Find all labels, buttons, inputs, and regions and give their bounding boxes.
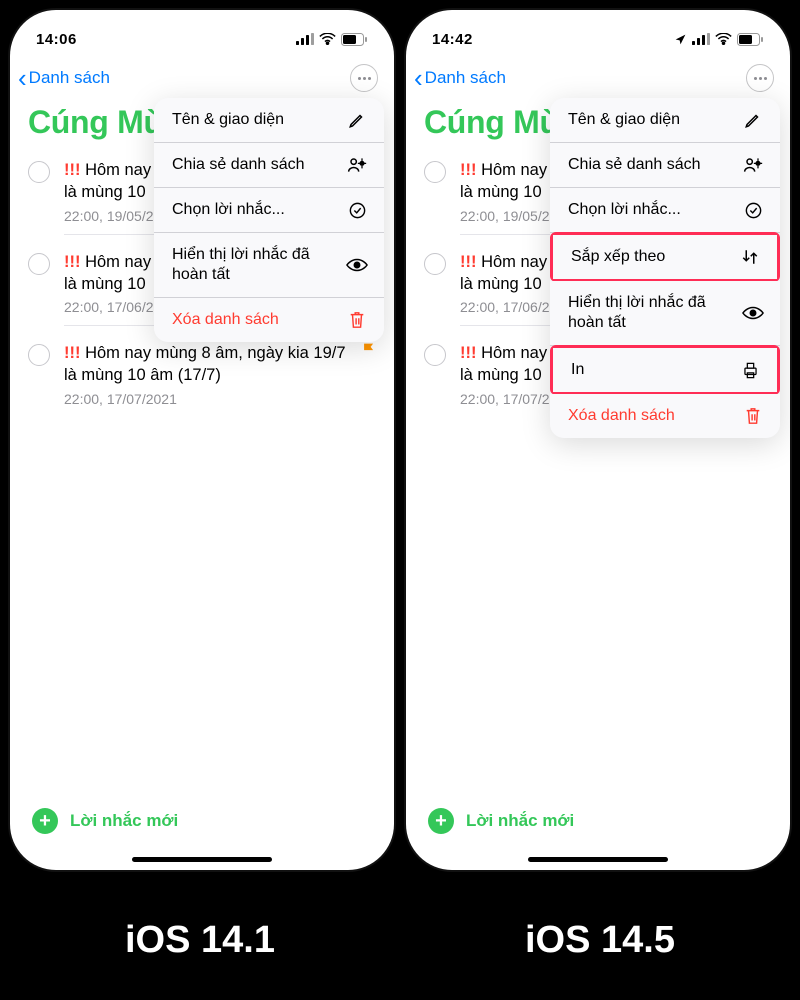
plus-icon: + bbox=[428, 808, 454, 834]
check-circle-icon bbox=[346, 201, 368, 220]
chevron-left-icon: ‹ bbox=[18, 65, 27, 91]
caption-right: iOS 14.5 bbox=[400, 880, 800, 1000]
context-menu: Tên & giao diện Chia sẻ danh sách Chọn lời… bbox=[550, 98, 780, 438]
complete-toggle[interactable] bbox=[424, 161, 446, 183]
menu-item-label: Xóa danh sách bbox=[172, 310, 346, 330]
reminder-row[interactable]: !!! Hôm nay mùng 8 âm, ngày kia 19/7là m… bbox=[10, 334, 394, 425]
trash-icon bbox=[742, 406, 764, 426]
menu-item[interactable]: Hiển thị lời nhắc đã hoàn tất bbox=[550, 281, 780, 346]
menu-item[interactable]: Chọn lời nhắc... bbox=[550, 188, 780, 233]
menu-item[interactable]: Xóa danh sách bbox=[154, 298, 384, 342]
status-time: 14:06 bbox=[36, 31, 77, 48]
priority-marker: !!! bbox=[460, 253, 476, 271]
nav-bar: ‹Danh sách bbox=[10, 56, 394, 96]
back-button[interactable]: ‹Danh sách bbox=[18, 65, 110, 91]
reminder-timestamp: 22:00, 17/07/2021 bbox=[64, 391, 360, 407]
eye-icon bbox=[346, 257, 368, 273]
wifi-icon bbox=[319, 33, 336, 45]
highlight-box: In bbox=[550, 345, 780, 395]
complete-toggle[interactable] bbox=[424, 253, 446, 275]
priority-marker: !!! bbox=[460, 161, 476, 179]
check-circle-icon bbox=[742, 201, 764, 220]
menu-item-label: Xóa danh sách bbox=[568, 406, 742, 426]
eye-icon bbox=[742, 305, 764, 321]
pencil-icon bbox=[346, 111, 368, 129]
status-bar: 14:06 bbox=[10, 10, 394, 56]
context-menu: Tên & giao diện Chia sẻ danh sách Chọn lời… bbox=[154, 98, 384, 342]
new-reminder-button[interactable]: + Lời nhắc mới bbox=[428, 808, 574, 834]
menu-item[interactable]: Chọn lời nhắc... bbox=[154, 188, 384, 233]
complete-toggle[interactable] bbox=[28, 344, 50, 366]
back-label: Danh sách bbox=[425, 68, 506, 88]
signal-icon bbox=[296, 33, 314, 45]
status-time: 14:42 bbox=[432, 31, 473, 48]
menu-item-label: Sắp xếp theo bbox=[571, 247, 739, 267]
new-reminder-button[interactable]: + Lời nhắc mới bbox=[32, 808, 178, 834]
priority-marker: !!! bbox=[64, 253, 80, 271]
menu-item-label: Hiển thị lời nhắc đã hoàn tất bbox=[172, 245, 346, 285]
more-icon bbox=[358, 77, 371, 80]
menu-item-label: Chọn lời nhắc... bbox=[568, 200, 742, 220]
menu-item-label: Tên & giao diện bbox=[172, 110, 346, 130]
new-reminder-label: Lời nhắc mới bbox=[70, 811, 178, 831]
menu-item[interactable]: In bbox=[553, 348, 777, 392]
signal-icon bbox=[692, 33, 710, 45]
more-icon bbox=[754, 77, 767, 80]
back-button[interactable]: ‹Danh sách bbox=[414, 65, 506, 91]
menu-item[interactable]: Tên & giao diện bbox=[550, 98, 780, 143]
sort-icon bbox=[739, 248, 761, 266]
more-button[interactable] bbox=[350, 64, 378, 92]
wifi-icon bbox=[715, 33, 732, 45]
menu-item[interactable]: Xóa danh sách bbox=[550, 394, 780, 438]
menu-item[interactable]: Sắp xếp theo bbox=[553, 235, 777, 279]
nav-bar: ‹Danh sách bbox=[406, 56, 790, 96]
home-indicator bbox=[132, 857, 272, 862]
menu-item[interactable]: Hiển thị lời nhắc đã hoàn tất bbox=[154, 233, 384, 298]
new-reminder-label: Lời nhắc mới bbox=[466, 811, 574, 831]
menu-item-label: Chia sẻ danh sách bbox=[172, 155, 346, 175]
pencil-icon bbox=[742, 111, 764, 129]
menu-item-label: Chọn lời nhắc... bbox=[172, 200, 346, 220]
complete-toggle[interactable] bbox=[28, 161, 50, 183]
location-icon bbox=[674, 33, 687, 46]
menu-item[interactable]: Chia sẻ danh sách bbox=[154, 143, 384, 188]
menu-item-label: Hiển thị lời nhắc đã hoàn tất bbox=[568, 293, 742, 333]
printer-icon bbox=[739, 361, 761, 380]
battery-icon bbox=[737, 33, 764, 46]
complete-toggle[interactable] bbox=[424, 344, 446, 366]
caption-left: iOS 14.1 bbox=[0, 880, 400, 1000]
share-person-icon bbox=[346, 156, 368, 174]
menu-item-label: Tên & giao diện bbox=[568, 110, 742, 130]
phone-right: 14:42‹Danh sáchCúng Mù!!! Hôm nay mlà mù… bbox=[406, 10, 790, 870]
reminder-text: !!! Hôm nay mùng 8 âm, ngày kia 19/7là m… bbox=[64, 342, 360, 387]
flag-icon bbox=[360, 342, 378, 360]
status-bar: 14:42 bbox=[406, 10, 790, 56]
back-label: Danh sách bbox=[29, 68, 110, 88]
home-indicator bbox=[528, 857, 668, 862]
menu-item[interactable]: Tên & giao diện bbox=[154, 98, 384, 143]
plus-icon: + bbox=[32, 808, 58, 834]
captions: iOS 14.1 iOS 14.5 bbox=[0, 880, 800, 1000]
phone-left: 14:06‹Danh sáchCúng Mù!!! Hôm nay mlà mù… bbox=[10, 10, 394, 870]
highlight-box: Sắp xếp theo bbox=[550, 232, 780, 282]
priority-marker: !!! bbox=[64, 161, 80, 179]
priority-marker: !!! bbox=[460, 344, 476, 362]
chevron-left-icon: ‹ bbox=[414, 65, 423, 91]
more-button[interactable] bbox=[746, 64, 774, 92]
menu-item-label: In bbox=[571, 360, 739, 380]
menu-item[interactable]: Chia sẻ danh sách bbox=[550, 143, 780, 188]
battery-icon bbox=[341, 33, 368, 46]
priority-marker: !!! bbox=[64, 344, 80, 362]
menu-item-label: Chia sẻ danh sách bbox=[568, 155, 742, 175]
complete-toggle[interactable] bbox=[28, 253, 50, 275]
trash-icon bbox=[346, 310, 368, 330]
share-person-icon bbox=[742, 156, 764, 174]
